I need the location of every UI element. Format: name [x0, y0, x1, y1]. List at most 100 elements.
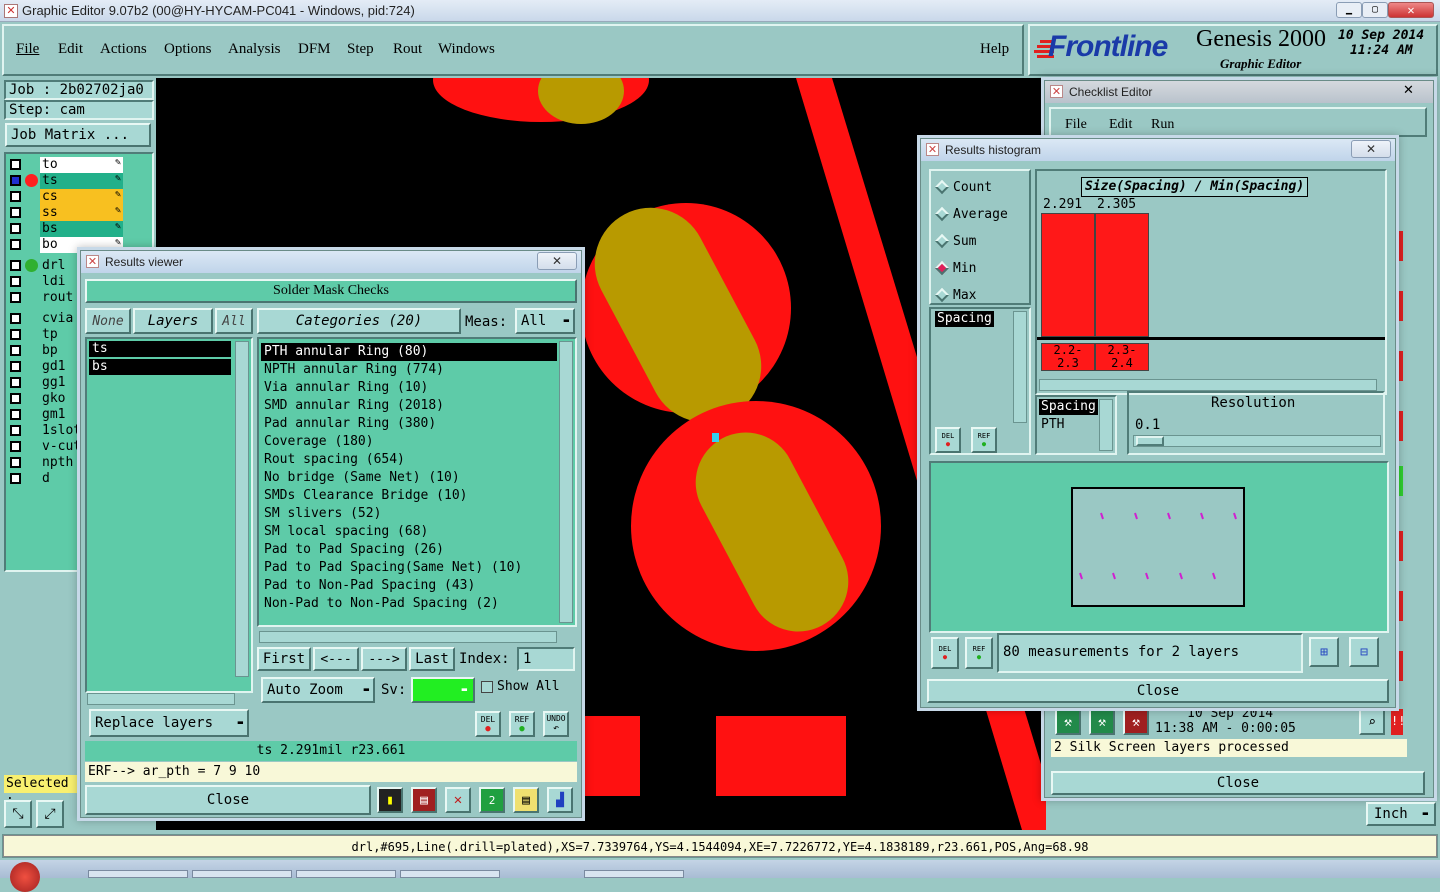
category-item[interactable]: Via annular Ring (10): [261, 379, 557, 397]
stop-icon[interactable]: ⚒: [1123, 709, 1149, 735]
field-spacing[interactable]: Spacing: [935, 311, 994, 327]
layer-row-cs[interactable]: cs ✎: [8, 189, 123, 205]
layer-checkbox[interactable]: [10, 425, 21, 436]
histogram-bar-2[interactable]: [1095, 213, 1149, 337]
chart-hscroll[interactable]: [1039, 379, 1377, 391]
results-viewer-close-x[interactable]: ✕: [537, 252, 577, 270]
none-button[interactable]: None: [85, 308, 131, 334]
start-button-icon[interactable]: [10, 862, 40, 892]
layer-checkbox[interactable]: [10, 191, 21, 202]
layers-button[interactable]: Layers: [133, 308, 213, 334]
layer-checkbox[interactable]: [10, 223, 21, 234]
layer-checkbox[interactable]: [10, 345, 21, 356]
category-item[interactable]: Rout spacing (654): [261, 451, 557, 469]
category-item[interactable]: Pad to Non-Pad Spacing (43): [261, 577, 557, 595]
categories-hscroll[interactable]: [259, 631, 557, 643]
category-item[interactable]: Pad to Pad Spacing (26): [261, 541, 557, 559]
category-item[interactable]: Coverage (180): [261, 433, 557, 451]
mode-count[interactable]: Count: [934, 177, 992, 197]
checklist-menu-edit[interactable]: Edit: [1109, 117, 1132, 133]
layer-checkbox[interactable]: [10, 175, 21, 186]
close-window-button[interactable]: ✕: [1388, 2, 1434, 18]
layer-checkbox[interactable]: [10, 276, 21, 287]
layer-checkbox[interactable]: [10, 260, 21, 271]
zoom-area-icon[interactable]: ⤢: [36, 800, 64, 828]
layer-checkbox[interactable]: [10, 292, 21, 303]
menu-file[interactable]: File: [16, 41, 39, 58]
run-icon[interactable]: ⚒: [1055, 709, 1081, 735]
results-close-button[interactable]: Close: [85, 785, 371, 815]
category-item[interactable]: SM slivers (52): [261, 505, 557, 523]
list-scrollbar[interactable]: [1099, 399, 1113, 451]
taskbar-item[interactable]: [400, 870, 500, 878]
layer-checkbox[interactable]: [10, 159, 21, 170]
category-item[interactable]: Pad annular Ring (380): [261, 415, 557, 433]
preview-ref-icon[interactable]: REF ●: [965, 637, 993, 669]
menu-edit[interactable]: Edit: [58, 41, 83, 58]
del-icon[interactable]: DEL ●: [475, 711, 501, 737]
first-button[interactable]: First: [257, 647, 311, 671]
layer-checkbox[interactable]: [10, 393, 21, 404]
layer-row-to[interactable]: to ✎: [8, 157, 123, 173]
next-button[interactable]: --->: [361, 647, 407, 671]
menu-step[interactable]: Step: [347, 41, 374, 58]
field-del-icon[interactable]: DEL ●: [935, 427, 961, 453]
meas-select[interactable]: All ▬: [515, 308, 575, 334]
mode-max[interactable]: Max: [934, 285, 976, 305]
categories-button[interactable]: Categories (20): [257, 308, 461, 334]
layer-checkbox[interactable]: [10, 239, 21, 250]
field-ref-icon[interactable]: REF ●: [971, 427, 997, 453]
field-scrollbar[interactable]: [1013, 311, 1027, 423]
histogram-icon[interactable]: ▟: [547, 787, 573, 813]
category-item[interactable]: Non-Pad to Non-Pad Spacing (2): [261, 595, 557, 613]
layer-checkbox[interactable]: [10, 441, 21, 452]
taskbar-item[interactable]: [296, 870, 396, 878]
index-input[interactable]: 1: [517, 647, 575, 671]
menu-options[interactable]: Options: [164, 41, 212, 58]
highlight-icon[interactable]: ▮: [377, 787, 403, 813]
report-icon[interactable]: ▤: [411, 787, 437, 813]
category-item[interactable]: No bridge (Same Net) (10): [261, 469, 557, 487]
ref-icon[interactable]: REF ●: [509, 711, 535, 737]
preview-del-icon[interactable]: DEL ●: [931, 637, 959, 669]
show-all-checkbox[interactable]: [481, 681, 493, 693]
histogram-bar-1[interactable]: [1041, 213, 1095, 337]
layer-list-hscroll[interactable]: [87, 693, 235, 705]
category-item[interactable]: SMDs Clearance Bridge (10): [261, 487, 557, 505]
clear-icon[interactable]: ✕: [445, 787, 471, 813]
run-all-icon[interactable]: ⚒: [1089, 709, 1115, 735]
checklist-menu-file[interactable]: File: [1065, 117, 1087, 133]
taskbar-item[interactable]: [88, 870, 188, 878]
menu-actions[interactable]: Actions: [100, 41, 147, 58]
category-item[interactable]: PTH annular Ring (80): [261, 343, 557, 361]
all-layers-button[interactable]: All: [215, 308, 253, 334]
histogram-close-x[interactable]: ✕: [1351, 140, 1391, 158]
layer-checkbox[interactable]: [10, 409, 21, 420]
layer-list-scrollbar[interactable]: [235, 341, 249, 677]
taskbar-item[interactable]: [584, 870, 684, 878]
zoom-fit-icon[interactable]: ⤡: [4, 800, 32, 828]
layer-2-icon[interactable]: 2: [479, 787, 505, 813]
menu-help[interactable]: Help: [980, 41, 1009, 58]
units-select[interactable]: Inch ▬: [1366, 802, 1436, 826]
menu-analysis[interactable]: Analysis: [228, 41, 281, 58]
prev-button[interactable]: <---: [313, 647, 359, 671]
mode-sum[interactable]: Sum: [934, 231, 976, 251]
mode-min[interactable]: Min: [934, 258, 976, 278]
layer-row-ts[interactable]: ts ✎: [8, 173, 123, 189]
sv-color-select[interactable]: ▬: [411, 677, 475, 703]
zoom-home-icon[interactable]: ⊟: [1349, 637, 1379, 667]
auto-zoom-select[interactable]: Auto Zoom ▬: [261, 677, 375, 703]
checklist-menu-run[interactable]: Run: [1151, 117, 1174, 133]
category-item[interactable]: SMD annular Ring (2018): [261, 397, 557, 415]
notes-icon[interactable]: ▤: [513, 787, 539, 813]
taskbar-item[interactable]: [192, 870, 292, 878]
layer-row-bs[interactable]: bs ✎: [8, 221, 123, 237]
categories-scrollbar[interactable]: [559, 341, 573, 623]
replace-layers-select[interactable]: Replace layers ▬: [89, 709, 249, 737]
checklist-close-button[interactable]: Close: [1051, 771, 1425, 795]
list-item-pth[interactable]: PTH: [1041, 417, 1064, 432]
menu-rout[interactable]: Rout: [393, 41, 422, 58]
layer-checkbox[interactable]: [10, 313, 21, 324]
layer-checkbox[interactable]: [10, 377, 21, 388]
